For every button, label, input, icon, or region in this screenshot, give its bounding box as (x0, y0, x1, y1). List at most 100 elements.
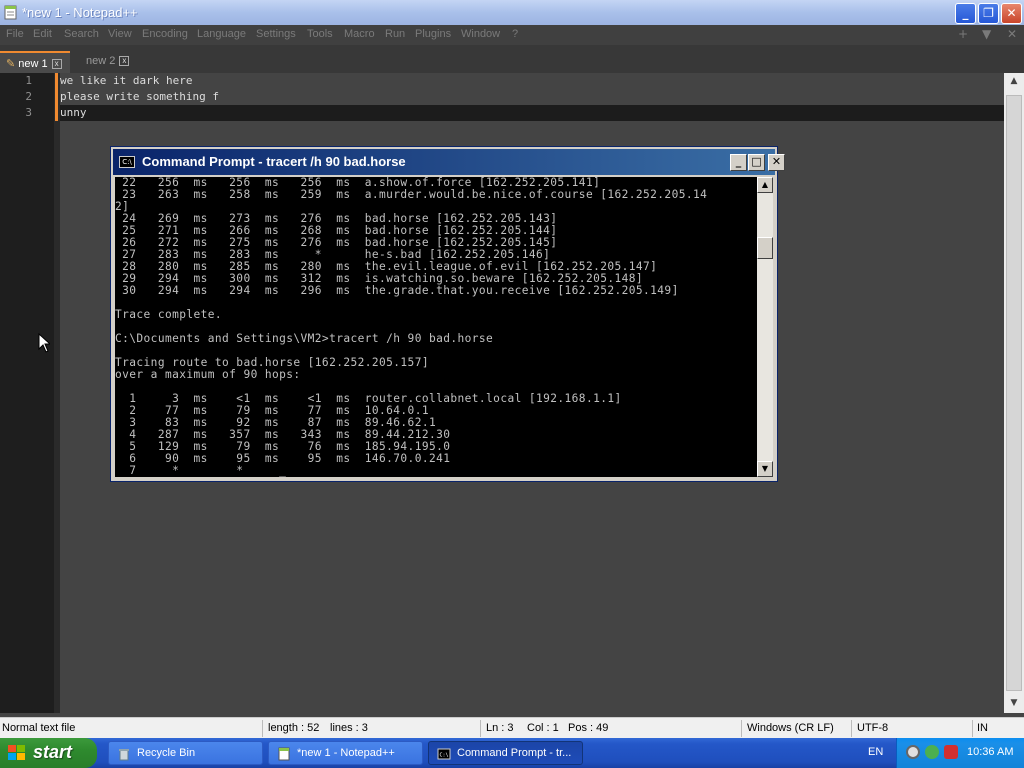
tab-label: new 2 (86, 55, 116, 67)
console-line: 7 * * _ (115, 464, 287, 477)
tab-label: new 1 (18, 58, 48, 70)
taskbar-item-label: Recycle Bin (137, 747, 196, 759)
taskbar-item-notepad[interactable]: *new 1 - Notepad++ (268, 741, 423, 765)
cmd-close-button[interactable]: ✕ (768, 154, 785, 171)
code-line[interactable]: we like it dark here (60, 73, 1004, 89)
maximize-icon: □ (751, 155, 762, 168)
cmd-title: Command Prompt - tracert /h 90 bad.horse (142, 154, 406, 169)
scroll-up-icon[interactable]: ▲ (1004, 73, 1024, 90)
status-length: length : 52 (268, 722, 320, 734)
minimize-button[interactable]: _ (955, 3, 976, 24)
start-button[interactable]: start (0, 738, 97, 768)
console-line: over a maximum of 90 hops: (115, 368, 301, 381)
tab-new-1[interactable]: ✎ new 1x (0, 51, 70, 73)
status-lines: lines : 3 (330, 722, 368, 734)
cmd-maximize-button[interactable]: □ (748, 154, 765, 171)
scroll-down-icon[interactable]: ▼ (757, 461, 773, 477)
cmd-app-icon: C:\ (437, 748, 451, 760)
scroll-up-icon[interactable]: ▲ (757, 177, 773, 193)
taskbar-item-cmd[interactable]: C:\ Command Prompt - tr... (428, 741, 583, 765)
system-tray: 10:36 AM (896, 738, 1024, 768)
close-button[interactable]: ✕ (1001, 3, 1022, 24)
start-label: start (33, 742, 73, 762)
restore-button[interactable]: ❐ (978, 3, 999, 24)
code-line[interactable]: please write something f (60, 89, 1004, 105)
cmd-app-icon: C:\ (119, 156, 135, 168)
status-file-type: Normal text file (2, 722, 76, 734)
status-separator (741, 720, 742, 737)
menu-help[interactable]: ? (512, 28, 518, 40)
status-separator (972, 720, 973, 737)
mouse-cursor-icon (38, 333, 50, 353)
windows-logo-icon (8, 745, 25, 760)
notepad-app-icon (278, 747, 290, 761)
status-separator (480, 720, 481, 737)
svg-text:C:\: C:\ (440, 753, 449, 759)
edit-pencil-icon: ✎ (6, 58, 16, 70)
menu-view[interactable]: View (108, 28, 132, 40)
taskbar-item-label: *new 1 - Notepad++ (297, 747, 395, 759)
command-prompt-window[interactable]: C:\ Command Prompt - tracert /h 90 bad.h… (110, 146, 785, 482)
cmd-titlebar[interactable]: C:\ Command Prompt - tracert /h 90 bad.h… (113, 149, 785, 175)
menu-tools[interactable]: Tools (307, 28, 333, 40)
status-ln: Ln : 3 (486, 722, 514, 734)
status-eol: Windows (CR LF) (747, 722, 834, 734)
menu-encoding[interactable]: Encoding (142, 28, 188, 40)
taskbar-item-label: Command Prompt - tr... (457, 747, 572, 759)
tab-close-icon[interactable]: x (119, 56, 130, 67)
security-shield-icon[interactable] (944, 745, 958, 759)
status-encoding: UTF-8 (857, 722, 889, 734)
tab-new-2[interactable]: new 2x (80, 51, 142, 73)
status-pos: Pos : 49 (568, 722, 609, 734)
console-line: Trace complete. (115, 308, 223, 321)
fold-margin (54, 73, 60, 713)
menu-settings[interactable]: Settings (256, 28, 296, 40)
restore-icon: ❐ (983, 6, 994, 20)
minimize-icon: _ (735, 155, 742, 168)
status-bar: Normal text file length : 52 lines : 3 L… (0, 717, 1024, 738)
network-icon[interactable] (906, 745, 920, 759)
notepad-app-icon (4, 5, 17, 20)
code-line-current[interactable]: unny (60, 105, 1004, 121)
menu-macro[interactable]: Macro (344, 28, 375, 40)
new-tab-icon[interactable]: + (958, 27, 968, 41)
menu-bar: File Edit Search View Encoding Language … (0, 25, 1024, 45)
status-separator (262, 720, 263, 737)
line-number: 2 (25, 90, 32, 103)
recycle-bin-icon (119, 749, 129, 761)
cmd-minimize-button[interactable]: _ (730, 154, 747, 171)
clock[interactable]: 10:36 AM (967, 746, 1013, 758)
status-mode: IN (977, 722, 988, 734)
console-line: 30 294 ms 294 ms 296 ms the.grade.that.y… (115, 284, 679, 297)
console-output[interactable]: 22 256 ms 256 ms 256 ms a.show.of.force … (115, 177, 757, 477)
line-number-gutter: 1 2 3 (0, 73, 54, 713)
notepad-titlebar[interactable]: *new 1 - Notepad++ _ ❐ ✕ (0, 0, 1024, 25)
scroll-down-icon[interactable]: ▼ (1004, 695, 1024, 712)
dropdown-icon[interactable]: ▼ (982, 27, 991, 41)
menu-search[interactable]: Search (64, 28, 99, 40)
menu-window[interactable]: Window (461, 28, 500, 40)
change-marker (55, 73, 58, 89)
close-icon: ✕ (771, 155, 782, 168)
line-number: 3 (25, 106, 32, 119)
minimize-icon: _ (962, 6, 969, 20)
line-number: 1 (25, 74, 32, 87)
taskbar: start Recycle Bin *new 1 - Notepad++ C:\… (0, 738, 1024, 768)
tab-close-icon[interactable]: x (51, 59, 62, 70)
menu-language[interactable]: Language (197, 28, 246, 40)
taskbar-item-recycle-bin[interactable]: Recycle Bin (108, 741, 263, 765)
status-separator (851, 720, 852, 737)
scroll-thumb[interactable] (757, 237, 773, 259)
change-marker (55, 89, 58, 105)
menu-plugins[interactable]: Plugins (415, 28, 451, 40)
update-icon[interactable] (925, 745, 939, 759)
tab-bar: ✎ new 1x new 2x (0, 45, 1024, 73)
menu-file[interactable]: File (6, 28, 24, 40)
cmd-scrollbar[interactable]: ▲ ▼ (757, 177, 773, 477)
language-indicator[interactable]: EN (868, 746, 883, 758)
scroll-thumb[interactable] (1006, 95, 1022, 691)
close-doc-icon[interactable]: ✕ (1007, 27, 1017, 41)
editor-scrollbar[interactable]: ▲ ▼ (1004, 73, 1024, 713)
menu-run[interactable]: Run (385, 28, 405, 40)
menu-edit[interactable]: Edit (33, 28, 52, 40)
